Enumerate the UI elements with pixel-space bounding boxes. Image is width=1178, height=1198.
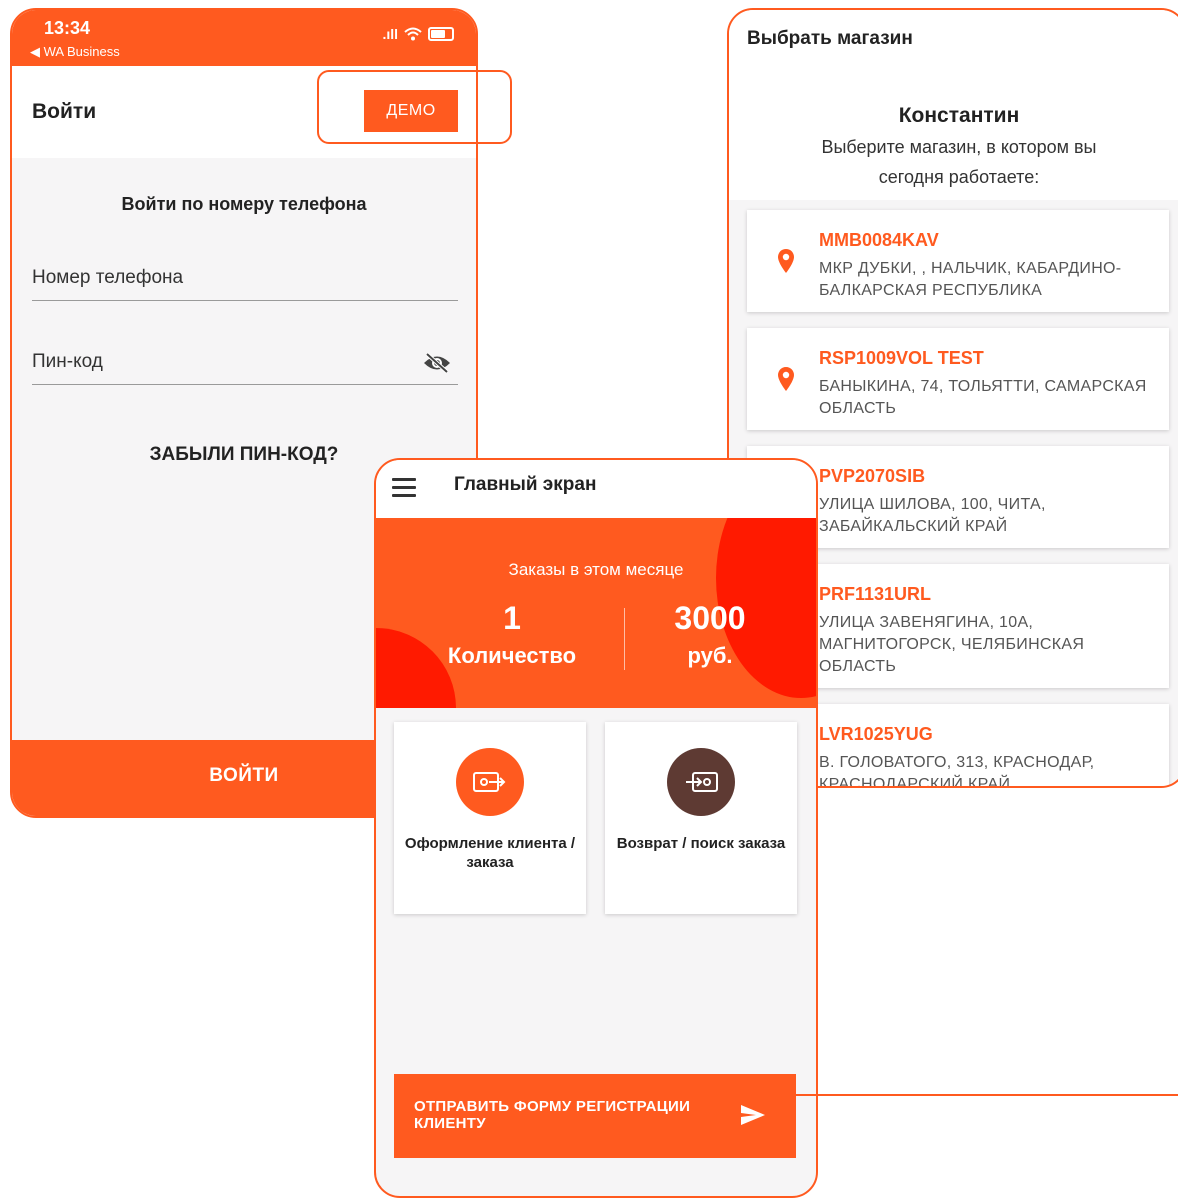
phone-input[interactable] xyxy=(32,260,458,296)
main-title: Главный экран xyxy=(454,474,597,495)
pin-field xyxy=(32,344,458,385)
sum-caption: руб. xyxy=(687,643,733,668)
store-address: БАНЫКИНА, 74, ТОЛЬЯТТИ, САМАРСКАЯ ОБЛАСТ… xyxy=(819,378,1147,417)
store-code: MMB0084KAV xyxy=(819,230,939,250)
stat-divider xyxy=(624,608,625,670)
new-order-label: Оформление клиента / заказа xyxy=(404,835,576,871)
status-bar: 13:34 ◀ WA Business .ıll xyxy=(12,10,476,66)
store-address: МКР ДУБКИ, , НАЛЬЧИК, КАБАРДИНО-БАЛКАРСК… xyxy=(819,260,1122,299)
return-order-tile[interactable]: Возврат / поиск заказа xyxy=(605,722,797,914)
quantity-caption: Количество xyxy=(447,643,577,668)
return-order-label: Возврат / поиск заказа xyxy=(616,835,786,852)
back-to-app-link[interactable]: ◀ WA Business xyxy=(30,44,120,60)
store-prompt: Выберите магазин, в котором вы сегодня р… xyxy=(821,137,1097,187)
login-subtitle: Войти по номеру телефона xyxy=(121,194,367,214)
main-appbar: Главный экран xyxy=(376,460,816,518)
return-icon-circle xyxy=(667,748,735,816)
map-pin-icon xyxy=(778,249,794,273)
orders-banner: Заказы в этом месяце 1 Количество 3000 р… xyxy=(376,518,816,708)
connector-line xyxy=(796,1094,1178,1096)
page-title: Войти xyxy=(32,100,97,123)
menu-icon[interactable] xyxy=(392,478,416,498)
map-pin-icon xyxy=(778,367,794,391)
user-name: Константин xyxy=(898,104,1020,127)
quantity-value: 1 xyxy=(503,600,521,636)
main-screen: Главный экран Заказы в этом месяце 1 Кол… xyxy=(374,458,818,1198)
wifi-icon xyxy=(404,27,422,41)
store-address: В. ГОЛОВАТОГО, 313, КРАСНОДАР, КРАСНОДАР… xyxy=(819,754,1095,788)
eye-off-icon[interactable] xyxy=(422,352,452,374)
order-card-icon xyxy=(473,772,506,792)
phone-field xyxy=(32,260,458,301)
sum-value: 3000 xyxy=(674,600,746,636)
store-code: PVP2070SIB xyxy=(819,466,926,486)
sum-stat: 3000 руб. xyxy=(640,600,780,669)
store-address: УЛИЦА ШИЛОВА, 100, ЧИТА, ЗАБАЙКАЛЬСКИЙ К… xyxy=(819,496,1046,535)
store-code: PRF1131URL xyxy=(819,584,932,604)
order-icon-circle xyxy=(456,748,524,816)
pin-input[interactable] xyxy=(32,344,458,380)
store-code: LVR1025YUG xyxy=(819,724,933,744)
store-item[interactable]: MMB0084KAV МКР ДУБКИ, , НАЛЬЧИК, КАБАРДИ… xyxy=(747,210,1169,312)
send-form-label: ОТПРАВИТЬ ФОРМУ РЕГИСТРАЦИИ КЛИЕНТУ xyxy=(414,1098,691,1132)
store-item[interactable]: RSP1009VOL TEST БАНЫКИНА, 74, ТОЛЬЯТТИ, … xyxy=(747,328,1169,430)
battery-icon xyxy=(428,27,454,41)
quantity-stat: 1 Количество xyxy=(442,600,582,669)
return-card-icon xyxy=(686,772,718,792)
demo-highlight-frame xyxy=(317,70,512,144)
store-address: УЛИЦА ЗАВЕНЯГИНА, 10А, МАГНИТОГОРСК, ЧЕЛ… xyxy=(819,614,1085,675)
status-icons: .ıll xyxy=(382,26,454,42)
send-registration-form-button[interactable]: ОТПРАВИТЬ ФОРМУ РЕГИСТРАЦИИ КЛИЕНТУ xyxy=(394,1074,796,1158)
new-order-tile[interactable]: Оформление клиента / заказа xyxy=(394,722,586,914)
store-code: RSP1009VOL TEST xyxy=(819,348,984,368)
store-picker-title: Выбрать магазин xyxy=(747,28,913,49)
banner-label: Заказы в этом месяце xyxy=(508,560,684,579)
status-time: 13:34 xyxy=(44,18,91,38)
send-icon xyxy=(741,1105,765,1125)
signal-icon: .ıll xyxy=(382,26,398,42)
